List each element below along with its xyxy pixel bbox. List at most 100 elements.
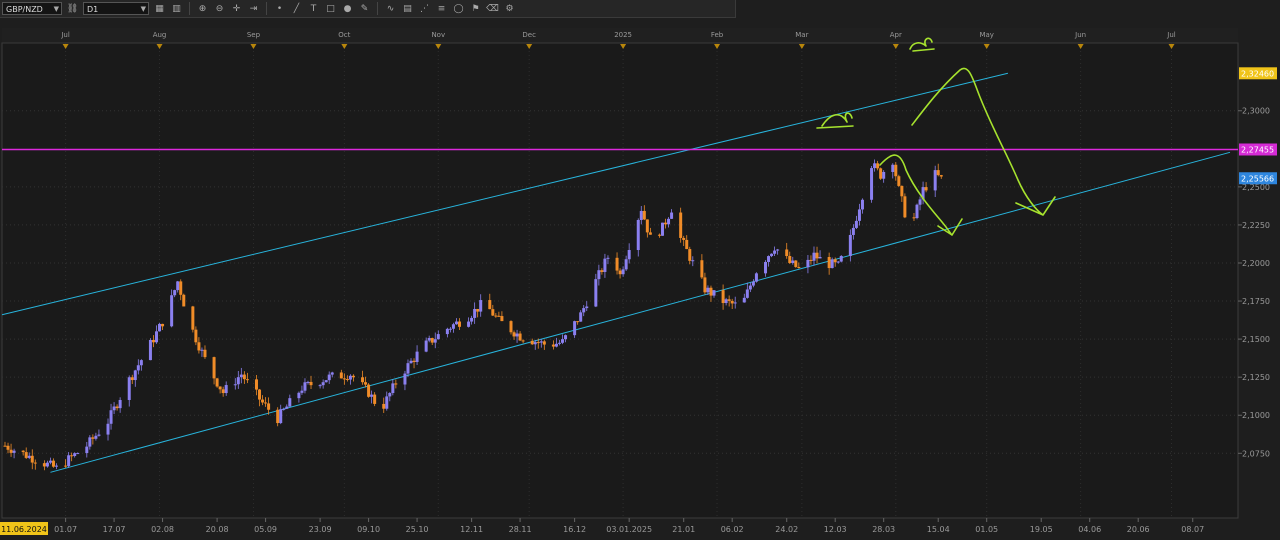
candle-body [467, 321, 471, 327]
flag-icon[interactable]: ⚑ [469, 2, 482, 15]
candle-body [594, 279, 598, 307]
line-tool-icon[interactable]: ╱ [290, 2, 303, 15]
objects-icon[interactable]: ⋰ [418, 2, 431, 15]
candle-body [233, 384, 237, 386]
candle-body [882, 171, 886, 179]
candle-body [85, 446, 89, 454]
chevron-down-icon: ▼ [53, 5, 59, 13]
candle-body [554, 343, 558, 347]
price-tick-label: 2,2250 [1242, 221, 1270, 230]
candle-body [370, 394, 374, 397]
link-icon[interactable]: ⛓ [66, 2, 79, 15]
layers-icon[interactable]: ≡ [435, 2, 448, 15]
candle-body [785, 249, 789, 257]
candle-body [833, 259, 837, 263]
candle-body [473, 308, 477, 318]
candle [839, 255, 843, 263]
candle-body [64, 465, 68, 467]
candle-body [42, 463, 46, 467]
month-label: Feb [711, 31, 724, 39]
candle-body [21, 450, 25, 453]
candle-body [542, 341, 546, 345]
candle-body [182, 294, 186, 307]
candle-body [776, 249, 780, 251]
candle-body [373, 394, 377, 404]
candle-body [321, 382, 325, 386]
candle-body [27, 455, 31, 458]
candle-body [45, 462, 49, 467]
candle-body [476, 308, 480, 312]
candle-body [136, 365, 140, 371]
candle-body [221, 389, 225, 394]
toolbar-separator [189, 2, 190, 15]
settings-icon[interactable]: ⚙ [503, 2, 516, 15]
candle-body [539, 341, 543, 343]
candle-body [364, 382, 368, 385]
price-tick-label: 2,0750 [1242, 449, 1270, 458]
candle-body [657, 234, 661, 236]
candle-body [509, 321, 513, 333]
candle-body [191, 306, 195, 330]
candle-body [488, 300, 492, 310]
candle-body [839, 255, 843, 262]
candle-body [470, 317, 474, 322]
candle-body [664, 222, 668, 225]
indicator-icon[interactable]: ∿ [384, 2, 397, 15]
candle-body [670, 212, 674, 219]
candle-body [12, 450, 16, 453]
candle-body [491, 309, 495, 316]
candle-body [836, 261, 840, 263]
text-tool-icon[interactable]: T [307, 2, 320, 15]
price-tag-top: 2,32460 [1241, 69, 1274, 78]
candle-body [457, 321, 461, 327]
zoom-in-icon[interactable]: ⊕ [196, 2, 209, 15]
candle-body [703, 277, 707, 293]
symbol-select[interactable]: GBP/NZD ▼ [2, 2, 62, 15]
candle-body [367, 384, 371, 397]
chart-type-icon[interactable]: ▦ [153, 2, 166, 15]
circle-icon[interactable]: ◯ [452, 2, 465, 15]
timeframe-value: D1 [87, 5, 99, 14]
crosshair-icon[interactable]: ✛ [230, 2, 243, 15]
candle-body [533, 342, 537, 345]
candle-body [454, 321, 458, 325]
template-icon[interactable]: ▤ [401, 2, 414, 15]
candle-body [709, 287, 713, 296]
month-label: Apr [890, 31, 902, 39]
timeframe-select[interactable]: D1 ▼ [83, 2, 149, 15]
chevron-down-icon: ▼ [140, 5, 146, 13]
date-tick-label: 01.07 [54, 525, 77, 534]
candle-body [30, 455, 34, 463]
shape-tool-icon[interactable]: □ [324, 2, 337, 15]
candle-body [854, 220, 858, 228]
candle [679, 207, 683, 243]
candle-body [706, 287, 710, 293]
candle-body [403, 373, 407, 385]
candle-body [388, 393, 392, 397]
symbol-value: GBP/NZD [6, 5, 43, 14]
candle-body [394, 383, 398, 385]
dot-tool-icon[interactable]: • [273, 2, 286, 15]
candle-body [700, 260, 704, 278]
eraser-icon[interactable]: ⌫ [486, 2, 499, 15]
bars-icon[interactable]: ▥ [170, 2, 183, 15]
date-tick-label: 21.01 [672, 525, 695, 534]
autoscroll-icon[interactable]: ⇥ [247, 2, 260, 15]
candle-body [385, 396, 389, 409]
price-chart[interactable]: 2,0750 2,1000 2,1250 2,1500 2,1750 2,2000 2,22… [0, 0, 1280, 540]
color-icon[interactable]: ● [341, 2, 354, 15]
date-tag: 11.06.2024 [1, 525, 47, 534]
candle-body [324, 380, 328, 383]
candle [754, 272, 758, 283]
candle-body [176, 281, 180, 291]
candle-body [500, 316, 504, 322]
zoom-out-icon[interactable]: ⊖ [213, 2, 226, 15]
candle-body [24, 452, 28, 458]
candle-body [309, 381, 313, 386]
candle-body [151, 339, 155, 343]
pencil-icon[interactable]: ✎ [358, 2, 371, 15]
candle-body [915, 204, 919, 218]
candle [182, 293, 186, 307]
date-tick-label: 15.04 [927, 525, 950, 534]
candle-body [879, 168, 883, 179]
